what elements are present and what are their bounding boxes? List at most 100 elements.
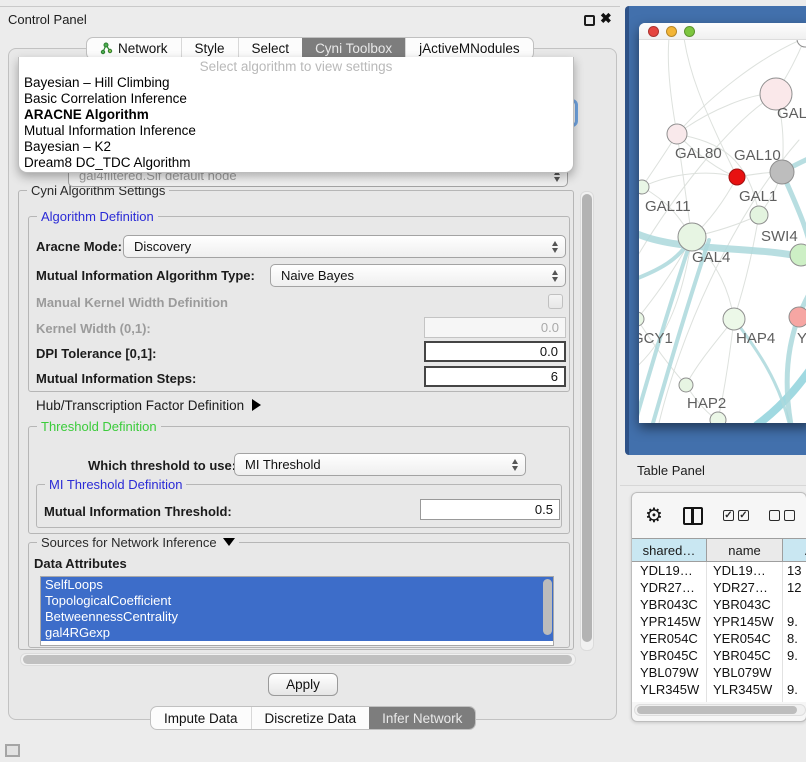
manual-kernel-width-checkbox[interactable] [548,294,563,309]
network-node[interactable] [667,124,687,144]
data-attribute-item[interactable]: SelfLoops [41,577,553,593]
algorithm-option[interactable]: Bayesian – K2 [19,139,573,155]
hub-expander-label: Hub/Transcription Factor Definition [36,398,244,413]
table-row[interactable]: YPR145WYPR145W9. [632,613,806,630]
sources-expander[interactable]: Sources for Network Inference [37,535,239,550]
table-panel-titlebar: Table Panel [620,455,806,486]
table-row[interactable]: YER054CYER054C8. [632,630,806,647]
network-node[interactable] [729,169,745,185]
data-attributes-list[interactable]: SelfLoopsTopologicalCoefficientBetweenne… [40,576,554,646]
table-cell: YPR145W [632,613,707,630]
network-node[interactable] [678,223,706,251]
which-threshold-select[interactable]: MI Threshold [234,453,526,476]
float-window-icon[interactable] [584,15,595,26]
minimized-panel-icon[interactable] [5,744,20,757]
algorithm-option[interactable]: Dream8 DC_TDC Algorithm [19,155,573,171]
checked-box-icon: ✓ [723,510,734,521]
mi-threshold-definition-title: MI Threshold Definition [45,477,186,492]
table-cell: YLL052C [707,698,783,702]
table-cell: 9. [783,698,806,702]
network-node-label: GAL11 [645,198,691,215]
aracne-mode-select[interactable]: Discovery [123,235,566,258]
tab-infer-network-label: Infer Network [382,711,462,726]
tab-select[interactable]: Select [238,38,303,59]
hub-expander[interactable]: Hub/Transcription Factor Definition [36,398,261,413]
mi-threshold-field[interactable]: 0.5 [420,499,560,520]
network-canvas[interactable]: GALGAL80GAL10GAL11GAL1SWI4GAL4GCY1HAP4YH… [639,40,806,423]
network-node-label: GAL1 [739,188,777,205]
mac-zoom-button[interactable] [684,26,695,37]
table-row[interactable]: YBR045CYBR045C9. [632,647,806,664]
tab-jactivemnodules[interactable]: jActiveMNodules [405,38,533,59]
table-row[interactable]: YDR27…YDR27…12 [632,579,806,596]
tab-discretize-data[interactable]: Discretize Data [251,707,370,729]
column-header-partial[interactable]: A [783,539,806,561]
network-node[interactable] [639,180,649,194]
mac-minimize-button[interactable] [666,26,677,37]
deselect-all-icon[interactable] [769,510,795,521]
network-node[interactable] [789,307,806,327]
settings-horizontal-scrollbar-thumb[interactable] [23,655,572,664]
table-row[interactable]: YDL19…YDL19…13 [632,562,806,579]
network-window[interactable]: GALGAL80GAL10GAL11GAL1SWI4GAL4GCY1HAP4YH… [639,23,806,423]
tab-cyni-toolbox[interactable]: Cyni Toolbox [302,38,405,59]
network-node[interactable] [679,378,693,392]
tab-style[interactable]: Style [181,38,238,59]
column-header-shared-name[interactable]: shared… [632,539,707,561]
unchecked-box-icon [769,510,780,521]
table-row[interactable]: YBL079WYBL079W [632,664,806,681]
table-cell: 9. [783,681,806,698]
apply-button[interactable]: Apply [268,673,338,696]
column-header-name[interactable]: name [707,539,783,561]
algorithm-option[interactable]: ARACNE Algorithm [19,107,573,123]
network-node[interactable] [710,412,726,423]
mi-steps-field[interactable]: 6 [424,366,566,387]
kernel-width-value: 0.0 [541,320,559,335]
network-node[interactable] [723,308,745,330]
data-attribute-item[interactable]: gal4RGexp [41,625,553,641]
tab-impute-data[interactable]: Impute Data [151,707,251,729]
mi-threshold-label: Mutual Information Threshold: [44,504,232,519]
attributes-scrollbar[interactable] [543,579,552,635]
screen: Control Panel ✖ Network Style Select Cyn… [0,0,806,762]
select-all-icon[interactable]: ✓✓ [723,510,749,521]
tab-infer-network[interactable]: Infer Network [369,707,475,729]
table-row[interactable]: YBR043CYBR043C [632,596,806,613]
network-edge [639,94,776,262]
manual-kernel-width-label: Manual Kernel Width Definition [36,295,228,310]
network-node[interactable] [790,244,806,266]
data-attribute-item[interactable]: BetweennessCentrality [41,609,553,625]
close-icon[interactable]: ✖ [600,10,612,27]
algorithm-option[interactable]: Bayesian – Hill Climbing [19,75,573,91]
tab-network[interactable]: Network [87,38,181,59]
gear-icon[interactable]: ⚙ [645,506,663,526]
network-node-label: GCY1 [639,330,673,347]
columns-icon[interactable] [683,507,703,525]
kernel-width-field[interactable]: 0.0 [424,317,566,338]
network-node[interactable] [797,40,806,47]
network-node[interactable] [639,312,644,326]
which-threshold-value: MI Threshold [245,457,321,472]
tab-select-label: Select [252,41,290,56]
settings-vertical-scrollbar-thumb[interactable] [582,194,592,642]
mi-algorithm-type-select[interactable]: Naive Bayes [270,264,566,287]
network-edge [757,360,806,423]
mac-close-button[interactable] [648,26,659,37]
apply-button-label: Apply [286,677,320,692]
algorithm-option[interactable]: Basic Correlation Inference [19,91,573,107]
network-node[interactable] [750,206,768,224]
algorithm-option[interactable]: Mutual Information Inference [19,123,573,139]
table-horizontal-scrollbar-thumb[interactable] [637,706,797,714]
which-threshold-label: Which threshold to use: [88,458,236,473]
table-cell: YBL079W [632,664,707,681]
sources-title: Sources for Network Inference [41,535,217,550]
table-cell: 13 [783,562,806,579]
data-attribute-item[interactable]: TopologicalCoefficient [41,593,553,609]
dpi-tolerance-field[interactable]: 0.0 [424,341,566,362]
network-view-panel: GALGAL80GAL10GAL11GAL1SWI4GAL4GCY1HAP4YH… [625,6,806,455]
table-row[interactable]: YLR345WYLR345W9. [632,681,806,698]
table-cell: YLR345W [632,681,707,698]
table-body[interactable]: YDL19…YDL19…13YDR27…YDR27…12YBR043CYBR04… [632,562,806,702]
table-row[interactable]: YLL052CYLL052C9. [632,698,806,702]
table-cell: YBR043C [632,596,707,613]
